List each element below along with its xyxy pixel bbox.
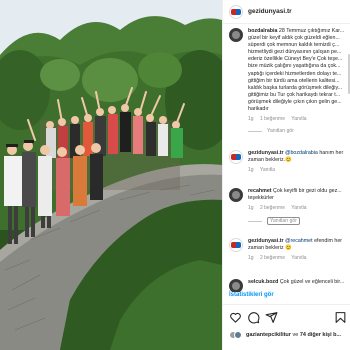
- comment-item: gezidunyasi.tr @bozdalrabia hanım her za…: [229, 150, 350, 173]
- view-replies[interactable]: Yanıtları gör: [248, 128, 350, 134]
- heart-icon[interactable]: [229, 311, 242, 324]
- action-bar: [229, 310, 347, 324]
- comment-body: gezidunyasi.tr @recahmet efendim her zam…: [248, 238, 350, 252]
- commenter-avatar[interactable]: [229, 238, 243, 252]
- avatar-image-icon: [232, 282, 240, 290]
- comment-item: recahmet Çok keyifli bir gezi oldu gez..…: [229, 188, 350, 226]
- likes-summary: gaziantepcikilitur ve 74 diğer kişi b...: [229, 331, 350, 339]
- comment-username[interactable]: selcuk.bozd: [248, 279, 278, 285]
- comment-item: bozdalrabia 28 Temmuz çıktığımız Kar... …: [229, 28, 350, 134]
- comment-username[interactable]: gezidunyasi.tr: [248, 238, 284, 244]
- avatar-image-icon: [232, 31, 240, 39]
- commenter-avatar[interactable]: [229, 150, 243, 164]
- liker-avatar: [234, 331, 242, 339]
- likes-text: gaziantepcikilitur ve 74 diğer kişi b...: [246, 332, 341, 338]
- comment-time: 1g: [248, 116, 254, 122]
- reply-button[interactable]: Yanıtla: [291, 255, 306, 261]
- comment-item: selcuk.bozd Çok güzel ve eğlenceli bir..…: [229, 279, 350, 292]
- brand-logo-icon: [231, 154, 241, 160]
- commenter-avatar[interactable]: [229, 188, 243, 202]
- share-icon[interactable]: [265, 311, 278, 324]
- reply-button[interactable]: Yanıtla: [260, 167, 275, 173]
- view-replies[interactable]: Yanıtları gör: [248, 217, 350, 226]
- commenter-avatar[interactable]: [229, 279, 243, 292]
- comment-item: gezidunyasi.tr @recahmet efendim her zam…: [229, 238, 350, 261]
- comment-text: Çok güzel ve eğlenceli bir...: [279, 279, 345, 285]
- reply-button[interactable]: Yanıtla: [291, 116, 306, 122]
- liker-username[interactable]: gaziantepcikilitur: [246, 332, 291, 338]
- reply-button[interactable]: Yanıtla: [291, 205, 306, 211]
- replies-divider: [248, 130, 262, 132]
- comment-body: bozdalrabia 28 Temmuz çıktığımız Kar... …: [248, 28, 350, 113]
- likes-connector: ve: [292, 332, 299, 338]
- comment-username[interactable]: gezidunyasi.tr: [248, 150, 284, 156]
- comment-likes[interactable]: 1 beğenme: [260, 116, 285, 122]
- comment-username[interactable]: recahmet: [248, 188, 272, 194]
- replies-divider: [248, 220, 262, 222]
- brand-logo-icon: [231, 242, 241, 248]
- comment-mention[interactable]: @recahmet: [285, 238, 312, 244]
- view-replies-label[interactable]: Yanıtları gör: [267, 128, 294, 134]
- comment-username[interactable]: bozdalrabia: [248, 28, 277, 34]
- comment-mention[interactable]: @bozdalrabia: [285, 150, 318, 156]
- post-photo: [0, 0, 222, 350]
- brand-logo-icon: [231, 8, 241, 15]
- post-header: gezidunyasi.tr: [223, 0, 350, 24]
- comments-list: bozdalrabia 28 Temmuz çıktığımız Kar... …: [223, 24, 350, 292]
- avatar-image-icon: [232, 191, 240, 199]
- comment-time: 1g: [248, 205, 254, 212]
- comment-body: selcuk.bozd Çok güzel ve eğlenceli bir..…: [248, 279, 350, 286]
- likes-others[interactable]: 74 diğer kişi b...: [300, 332, 341, 338]
- account-avatar[interactable]: [229, 4, 243, 19]
- account-name[interactable]: gezidunyasi.tr: [248, 8, 292, 15]
- comment-time: 1g: [248, 167, 254, 174]
- comment-likes[interactable]: 2 beğenme: [260, 205, 285, 211]
- bookmark-icon[interactable]: [334, 311, 347, 324]
- view-replies-label[interactable]: Yanıtları gör: [267, 217, 300, 226]
- comment-icon[interactable]: [247, 311, 260, 324]
- post-side-panel: gezidunyasi.tr bozdalrabia 28 Temmuz çık…: [222, 0, 350, 350]
- comment-body: gezidunyasi.tr @bozdalrabia hanım her za…: [248, 150, 350, 164]
- actions-divider: [223, 304, 350, 305]
- commenter-avatar[interactable]: [229, 28, 243, 42]
- photo-illustration: [0, 0, 222, 350]
- comment-time: 1g: [248, 255, 254, 262]
- comment-meta: 1g Yanıtla: [248, 167, 350, 173]
- comment-body: recahmet Çok keyifli bir gezi oldu gez..…: [248, 188, 350, 202]
- view-insights-link[interactable]: İstatistikleri gör: [229, 292, 274, 298]
- comment-meta: 1g 2 beğenme Yanıtla: [248, 255, 350, 261]
- comment-likes[interactable]: 2 beğenme: [260, 255, 285, 261]
- comment-meta: 1g 1 beğenme Yanıtla: [248, 116, 350, 122]
- comment-text: 28 Temmuz çıktığımız Kar... güzel bir ke…: [248, 28, 345, 113]
- comment-meta: 1g 2 beğenme Yanıtla: [248, 205, 350, 211]
